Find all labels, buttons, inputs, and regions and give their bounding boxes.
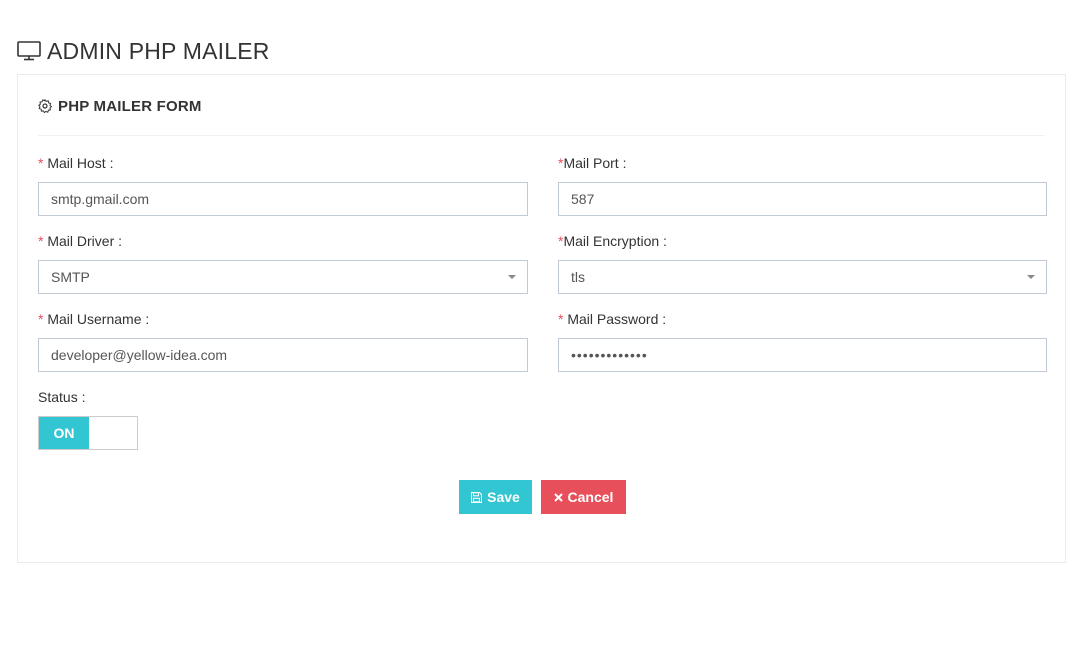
mail-port-label: *Mail Port : bbox=[558, 153, 626, 173]
mail-host-input[interactable]: smtp.gmail.com bbox=[38, 182, 528, 216]
save-button[interactable]: Save bbox=[459, 480, 532, 514]
card-header: PHP MAILER FORM bbox=[38, 95, 1045, 136]
page-title: ADMIN PHP MAILER bbox=[17, 36, 270, 66]
mailer-form-card: PHP MAILER FORM * Mail Host : smtp.gmail… bbox=[17, 74, 1066, 563]
mail-password-value: ••••••••••••• bbox=[571, 347, 648, 363]
required-marker: * bbox=[38, 233, 44, 249]
status-toggle[interactable]: ON bbox=[38, 416, 138, 450]
chevron-down-icon bbox=[1027, 275, 1035, 279]
monitor-icon bbox=[17, 41, 41, 61]
required-marker: * bbox=[38, 311, 44, 327]
mail-encryption-value: tls bbox=[571, 269, 585, 285]
mail-encryption-label: *Mail Encryption : bbox=[558, 231, 667, 251]
save-button-label: Save bbox=[487, 489, 520, 505]
card-title: PHP MAILER FORM bbox=[58, 98, 202, 115]
mail-password-label-text: Mail Password : bbox=[567, 311, 667, 327]
mail-encryption-select[interactable]: tls bbox=[558, 260, 1047, 294]
mail-port-input[interactable]: 587 bbox=[558, 182, 1047, 216]
required-marker: * bbox=[38, 155, 44, 171]
required-marker: * bbox=[558, 311, 564, 327]
gear-icon bbox=[38, 95, 53, 118]
mail-driver-select[interactable]: SMTP bbox=[38, 260, 528, 294]
status-toggle-on: ON bbox=[39, 417, 89, 449]
mail-username-label-text: Mail Username : bbox=[47, 311, 150, 327]
status-toggle-handle bbox=[89, 417, 137, 449]
chevron-down-icon bbox=[508, 275, 516, 279]
mail-password-input[interactable]: ••••••••••••• bbox=[558, 338, 1047, 372]
page-title-text: ADMIN PHP MAILER bbox=[47, 37, 270, 64]
mail-port-label-text: Mail Port : bbox=[563, 155, 627, 171]
mail-driver-label: * Mail Driver : bbox=[38, 231, 122, 251]
cancel-button-label: Cancel bbox=[567, 489, 614, 505]
mail-host-label: * Mail Host : bbox=[38, 153, 113, 173]
mail-username-value: developer@yellow-idea.com bbox=[51, 347, 228, 363]
mail-driver-label-text: Mail Driver : bbox=[47, 233, 123, 249]
mail-driver-value: SMTP bbox=[51, 269, 90, 285]
cancel-button[interactable]: Cancel bbox=[541, 480, 626, 514]
mail-host-label-text: Mail Host : bbox=[47, 155, 114, 171]
mail-host-value: smtp.gmail.com bbox=[51, 191, 150, 207]
floppy-disk-icon bbox=[471, 491, 483, 503]
close-icon bbox=[553, 492, 563, 502]
status-label: Status : bbox=[38, 389, 86, 405]
mail-port-value: 587 bbox=[571, 191, 595, 207]
mail-username-label: * Mail Username : bbox=[38, 309, 149, 329]
mail-encryption-label-text: Mail Encryption : bbox=[563, 233, 667, 249]
mail-username-input[interactable]: developer@yellow-idea.com bbox=[38, 338, 528, 372]
mail-password-label: * Mail Password : bbox=[558, 309, 666, 329]
